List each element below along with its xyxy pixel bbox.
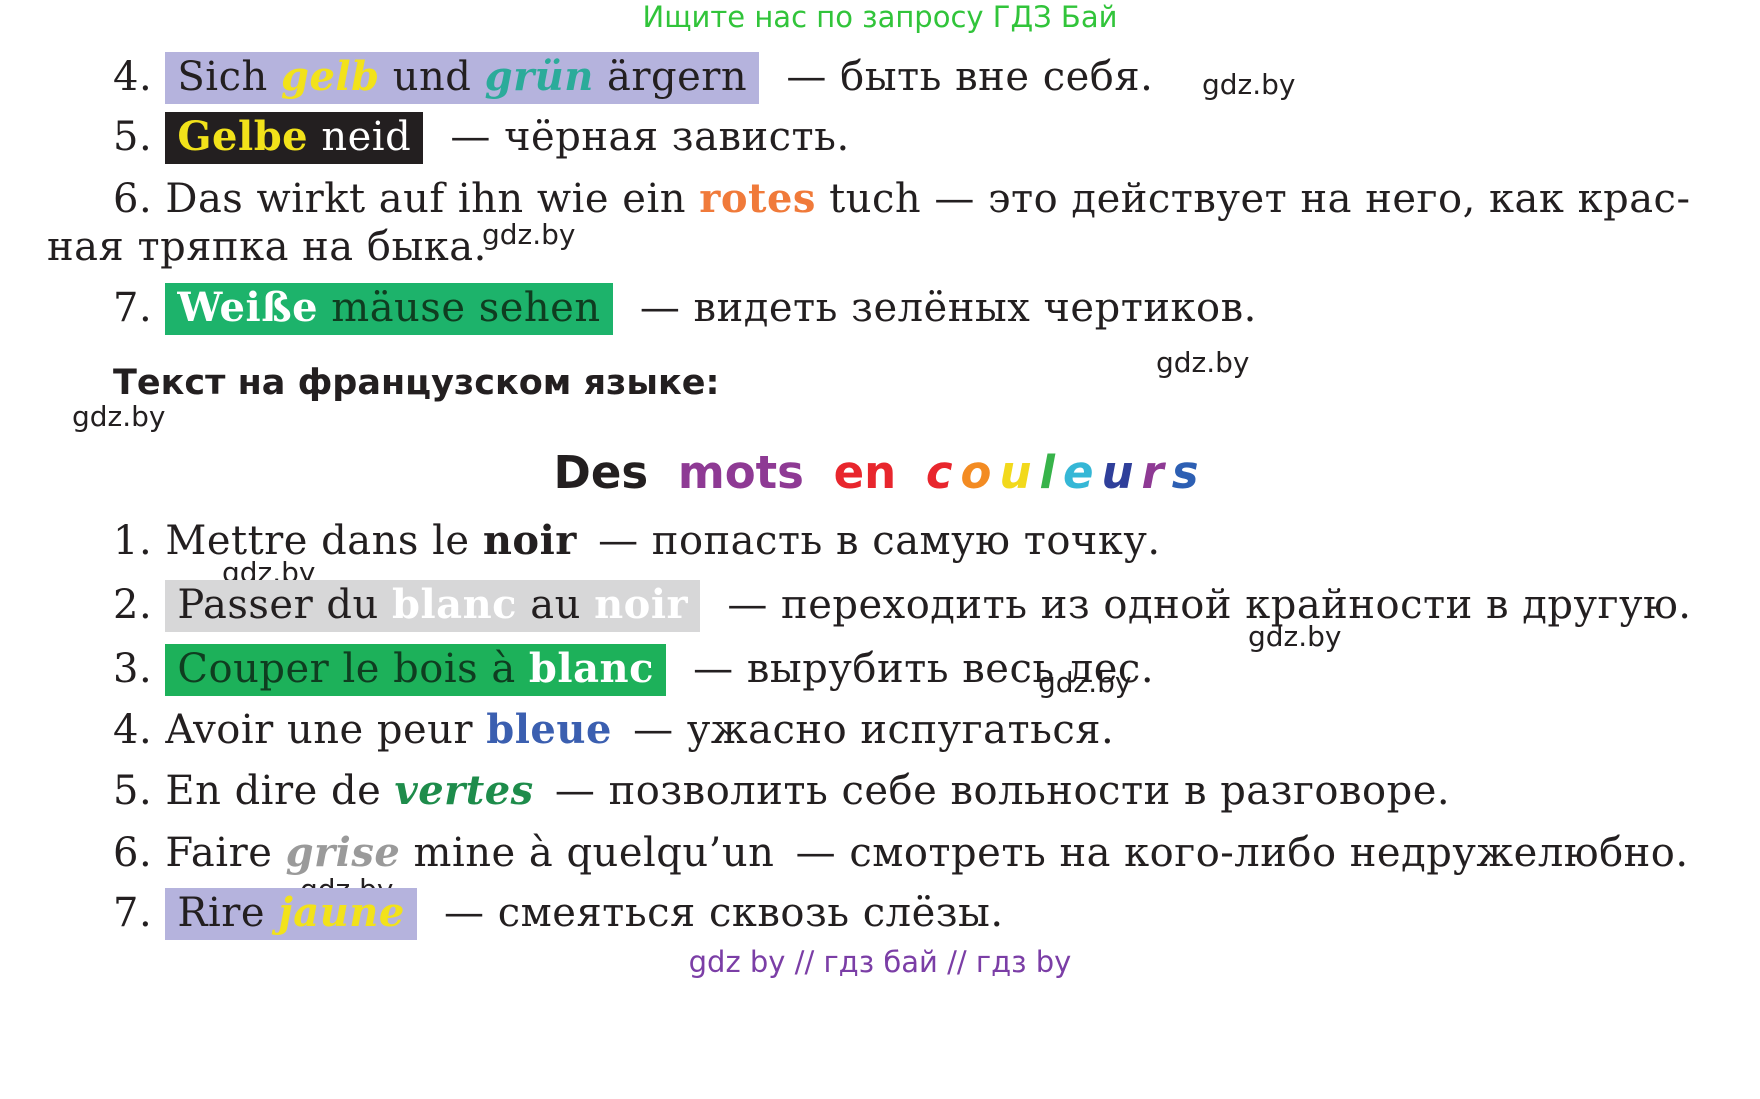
translation: — ужасно испугаться. <box>633 707 1115 753</box>
phrase-highlight: Couper le bois à blanc <box>165 644 666 696</box>
phrase-text: mine à quelqu’un <box>400 830 775 876</box>
title-word: mots <box>677 446 804 499</box>
title-letter: c <box>925 446 961 499</box>
phrase-text: Sich <box>177 54 281 100</box>
item-number: 5. <box>113 114 153 160</box>
translation: — видеть зелёных чертиков. <box>639 285 1257 331</box>
watermark: gdz.by <box>482 218 576 251</box>
german-line-7: 7. Weiße mäuse sehen — видеть зелёных че… <box>113 281 1257 335</box>
color-word-bleue: bleue <box>486 706 612 753</box>
title-letter: r <box>1141 446 1172 499</box>
section-label: Текст на французском языке: <box>113 363 720 403</box>
phrase-text: Couper le bois à <box>177 646 529 692</box>
french-line-6: 6. Faire grise mine à quelqu’un — смотре… <box>113 826 1689 880</box>
translation: — это действует на него, как крас- <box>934 176 1691 222</box>
french-line-4: 4. Avoir une peur bleue — ужасно испугат… <box>113 703 1114 757</box>
color-word-noir: noir <box>594 581 689 628</box>
french-line-5: 5. En dire de vertes — позволить себе во… <box>113 764 1450 818</box>
watermark: gdz.by <box>1248 620 1342 653</box>
german-line-5: 5. Gelbe neid — чёрная зависть. <box>113 110 850 164</box>
translation: — позволить себе вольности в разговоре. <box>554 768 1451 814</box>
german-line-6-cont: ная тряпка на быка. <box>47 224 487 270</box>
phrase-text: ärgern <box>593 54 748 100</box>
title-letter: u <box>1101 446 1142 499</box>
watermark: gdz.by <box>1156 346 1250 379</box>
color-word-grise: grise <box>285 829 401 876</box>
title-letter: s <box>1171 446 1207 499</box>
phrase-text: Passer du <box>177 582 392 628</box>
item-number: 3. <box>113 646 153 692</box>
color-word-weisse: Weiße <box>177 284 319 331</box>
phrase-highlight: Sich gelb und grün ärgern <box>165 52 760 104</box>
translation: — смотреть на кого-либо недружелюбно. <box>795 830 1689 876</box>
french-line-7: 7. Rire jaune — смеяться сквозь слёзы. <box>113 886 1004 940</box>
phrase-text: Mettre dans le <box>165 518 483 564</box>
color-word-vertes: vertes <box>394 767 534 814</box>
translation: — быть вне себя. <box>786 54 1154 100</box>
item-number: 4. <box>113 707 153 753</box>
color-word-jaune: jaune <box>278 889 405 936</box>
phrase-highlight: Gelbe neid <box>165 112 424 164</box>
color-word-rotes: rotes <box>699 175 816 222</box>
watermark: gdz.by <box>72 400 166 433</box>
color-word-gelbe: Gelbe <box>177 113 309 160</box>
item-number: 5. <box>113 768 153 814</box>
section-title: Des mots en couleurs <box>0 446 1760 499</box>
title-letter: u <box>999 446 1040 499</box>
phrase-highlight: Rire jaune <box>165 888 417 940</box>
phrase-text: Faire <box>165 830 286 876</box>
top-banner: Ищите нас по запросу ГДЗ Бай <box>642 0 1118 34</box>
german-line-6: 6. Das wirkt auf ihn wie ein rotes tuch … <box>113 172 1690 226</box>
color-word-blanc: blanc <box>528 645 654 692</box>
item-number: 1. <box>113 518 153 564</box>
translation: — попасть в самую точку. <box>598 518 1161 564</box>
item-number: 7. <box>113 285 153 331</box>
item-number: 4. <box>113 54 153 100</box>
translation: — переходить из одной крайности в другую… <box>727 582 1692 628</box>
item-number: 6. <box>113 830 153 876</box>
title-letter: l <box>1039 446 1063 499</box>
color-word-gruen: grün <box>484 53 594 100</box>
phrase-text: Das wirkt auf ihn wie ein <box>165 176 700 222</box>
item-number: 6. <box>113 176 153 222</box>
color-word-noir: noir <box>482 517 577 564</box>
french-line-2: 2. Passer du blanc au noir — переходить … <box>113 578 1692 632</box>
phrase-text: und <box>379 54 485 100</box>
watermark: gdz.by <box>1038 666 1132 699</box>
phrase-highlight: Weiße mäuse sehen <box>165 283 613 335</box>
german-line-4: 4. Sich gelb und grün ärgern — быть вне … <box>113 50 1153 104</box>
title-letter: o <box>960 446 1000 499</box>
phrase-text: Rire <box>177 890 279 936</box>
phrase-text: En dire de <box>165 768 395 814</box>
color-word-blanc: blanc <box>392 581 518 628</box>
phrase-text: tuch <box>815 176 922 222</box>
phrase-text: mäuse sehen <box>318 285 601 331</box>
translation: — чёрная зависть. <box>450 114 850 160</box>
item-number: 7. <box>113 890 153 936</box>
phrase-text: Avoir une peur <box>165 707 487 753</box>
item-number: 2. <box>113 582 153 628</box>
footer-watermark: gdz by // гдз бай // гдз by <box>688 945 1072 979</box>
watermark: gdz.by <box>1202 68 1296 101</box>
phrase-text: au <box>517 582 595 628</box>
title-letter: e <box>1062 446 1102 499</box>
french-line-3: 3. Couper le bois à blanc — вырубить вес… <box>113 642 1154 696</box>
translation: — смеяться сквозь слёзы. <box>444 890 1004 936</box>
color-word-gelb: gelb <box>280 53 380 100</box>
title-word-couleurs: couleurs <box>926 446 1207 499</box>
phrase-highlight: Passer du blanc au noir <box>165 580 701 632</box>
title-word: Des <box>553 446 649 499</box>
title-word: en <box>833 446 897 499</box>
phrase-text: neid <box>308 114 412 160</box>
